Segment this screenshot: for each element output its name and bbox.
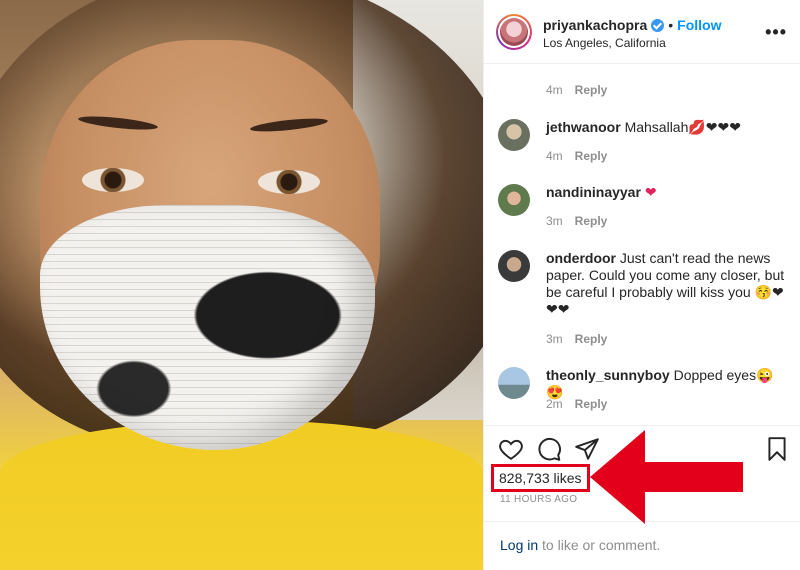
comment-meta: 4m Reply — [546, 83, 607, 97]
like-heart-icon[interactable] — [498, 436, 524, 462]
comment-body: theonly_sunnyboy Dopped eyes😜😍 — [546, 367, 788, 401]
comment-time: 3m — [546, 332, 563, 346]
comment-meta: 2m Reply — [546, 397, 607, 411]
commenter-username[interactable]: onderdoor — [546, 250, 616, 266]
comment-meta: 4m Reply — [546, 149, 607, 163]
reply-button[interactable]: Reply — [575, 149, 608, 163]
reply-button[interactable]: Reply — [575, 332, 608, 346]
separator-dot: • — [668, 17, 674, 33]
login-suffix: to like or comment. — [538, 537, 661, 553]
commenter-avatar[interactable] — [498, 184, 530, 216]
comment-time: 3m — [546, 214, 563, 228]
more-options-icon[interactable]: ••• — [765, 22, 787, 43]
author-avatar[interactable] — [496, 14, 532, 50]
save-bookmark-icon[interactable] — [764, 436, 790, 462]
login-link[interactable]: Log in — [500, 537, 538, 553]
comment-body: nandininayyar ❤ — [546, 184, 788, 201]
comment-time: 4m — [546, 83, 563, 97]
comment-time: 4m — [546, 149, 563, 163]
photo-left-eye — [82, 168, 144, 192]
comment-body: onderdoor Just can't read the news paper… — [546, 250, 788, 318]
comment-bubble-icon[interactable] — [536, 436, 562, 462]
comment-meta: 3m Reply — [546, 332, 607, 346]
reply-button[interactable]: Reply — [575, 397, 608, 411]
commenter-username[interactable]: jethwanoor — [546, 119, 621, 135]
comment-body: jethwanoor Mahsallah💋❤❤❤ — [546, 119, 788, 136]
commenter-username[interactable]: nandininayyar — [546, 184, 641, 200]
comment-text: Mahsallah💋❤❤❤ — [624, 119, 741, 135]
follow-button[interactable]: Follow — [677, 17, 721, 33]
comment-text: ❤ — [644, 184, 657, 200]
comment-time: 2m — [546, 397, 563, 411]
comment-meta: 3m Reply — [546, 214, 607, 228]
post-photo[interactable] — [0, 0, 483, 570]
commenter-avatar[interactable] — [498, 250, 530, 282]
likes-count[interactable]: 828,733 likes — [491, 464, 590, 492]
reply-button[interactable]: Reply — [575, 83, 608, 97]
post-location[interactable]: Los Angeles, California — [543, 36, 666, 50]
reply-button[interactable]: Reply — [575, 214, 608, 228]
author-row: priyankachopra • Follow — [543, 17, 722, 33]
commenter-avatar[interactable] — [498, 367, 530, 399]
post-time-ago: 11 HOURS AGO — [500, 494, 578, 505]
login-prompt: Log in to like or comment. — [484, 521, 800, 570]
author-username[interactable]: priyankachopra — [543, 17, 647, 33]
login-prompt-text: Log in to like or comment. — [500, 537, 660, 553]
commenter-username[interactable]: theonly_sunnyboy — [546, 367, 670, 383]
photo-right-eye — [258, 170, 320, 194]
annotation-arrow-icon — [590, 430, 743, 524]
commenter-avatar[interactable] — [498, 119, 530, 151]
post-header: priyankachopra • Follow Los Angeles, Cal… — [484, 0, 800, 64]
comments-list[interactable]: 4m Reply jethwanoor Mahsallah💋❤❤❤ 4m Reply… — [484, 65, 800, 425]
verified-badge-icon — [651, 18, 665, 32]
